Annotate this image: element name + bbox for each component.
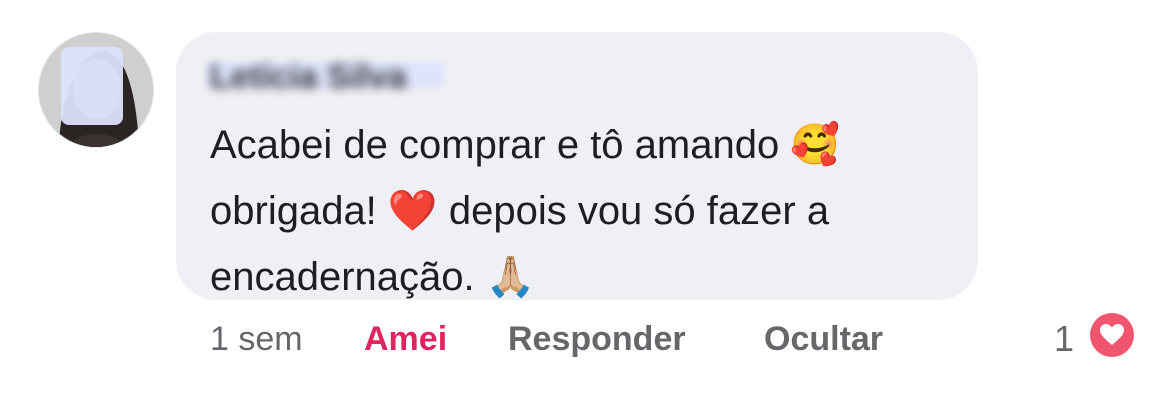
- love-button[interactable]: Amei: [364, 316, 447, 362]
- comment-actions: 1 sem Amei Responder Ocultar 1: [0, 316, 1170, 366]
- avatar-photo: [39, 33, 153, 147]
- hide-button[interactable]: Ocultar: [764, 316, 883, 362]
- timestamp[interactable]: 1 sem: [210, 316, 303, 362]
- comment-text: Acabei de comprar e tô amando 🥰 obrigada…: [210, 123, 841, 299]
- author-name[interactable]: Letícia Silva: [210, 58, 407, 97]
- reply-button[interactable]: Responder: [508, 316, 686, 362]
- heart-reaction-icon: [1100, 324, 1124, 345]
- reaction-count[interactable]: 1: [1054, 316, 1074, 362]
- heart-reaction-badge[interactable]: [1088, 311, 1136, 359]
- avatar[interactable]: [38, 32, 154, 148]
